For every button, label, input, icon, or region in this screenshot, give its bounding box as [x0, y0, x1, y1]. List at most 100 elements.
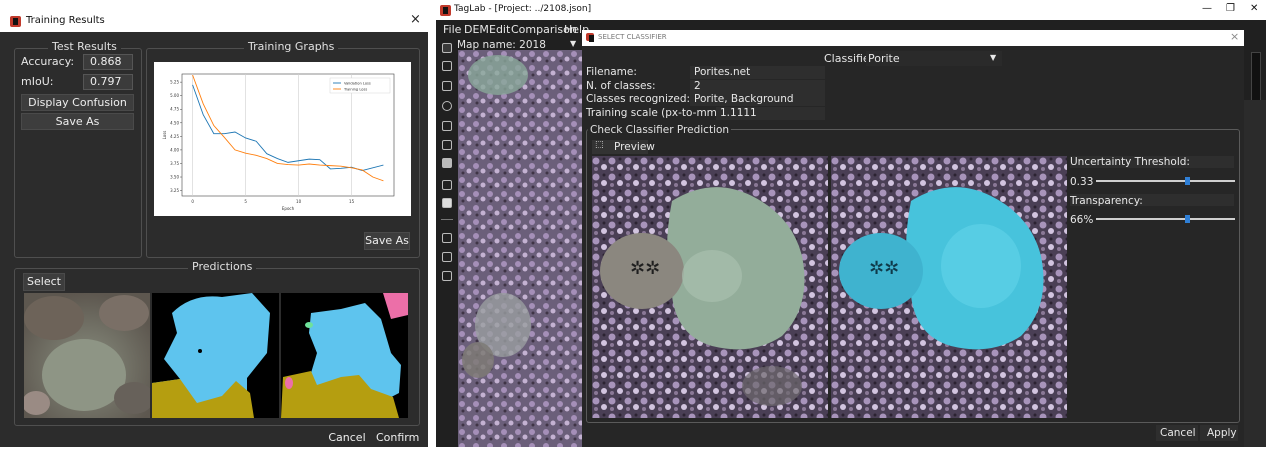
taglab-app-icon	[440, 5, 451, 16]
x-tick-label: 5	[244, 199, 247, 204]
preview-label: Preview	[614, 141, 655, 153]
crosshair-tool-icon[interactable]	[442, 61, 452, 71]
dialog-title: Training Results	[26, 15, 105, 26]
y-tick-label: 3.50	[170, 175, 179, 180]
prediction-mask	[281, 293, 408, 418]
dialog-cancel-label: Cancel	[1160, 427, 1196, 439]
brush-tool-icon[interactable]	[442, 121, 452, 131]
split-tool-icon[interactable]	[442, 252, 452, 262]
y-tick-label: 4.50	[170, 120, 179, 125]
training-graphs-title: Training Graphs	[244, 40, 339, 53]
save-results-button[interactable]: Save As	[21, 113, 134, 130]
transparency-value: 66%	[1070, 214, 1094, 226]
preview-icon: ⬚	[595, 140, 604, 150]
y-tick-label: 3.75	[170, 161, 179, 166]
y-tick-label: 4.25	[170, 134, 179, 139]
pencil-tool-icon[interactable]	[442, 81, 452, 91]
check-prediction-title: Check Classifier Prediction	[588, 124, 732, 136]
coral-original-image: ✲✲	[592, 156, 828, 418]
taglab-title: TagLab - [Project: ../2108.json]	[454, 4, 592, 14]
classes-recognized-label: Classes recognized:	[586, 93, 691, 105]
training-results-dialog: Training Results × Test Results Accuracy…	[0, 10, 428, 447]
svg-text:✲✲: ✲✲	[869, 258, 899, 279]
coral-prediction-image: ✲✲	[831, 156, 1067, 418]
nclasses-value: 2	[690, 80, 825, 93]
ground-truth-mask	[152, 293, 279, 418]
uncertainty-slider-track[interactable]	[1096, 180, 1235, 182]
coral-texture	[24, 293, 150, 418]
preview-button[interactable]: ⬚ Preview	[592, 140, 655, 154]
uncertainty-slider-handle[interactable]	[1185, 177, 1191, 185]
measure-tool-icon[interactable]	[442, 180, 452, 190]
close-icon[interactable]: ×	[410, 12, 421, 27]
y-tick-label: 4.00	[170, 147, 179, 152]
map-viewer[interactable]	[458, 50, 588, 447]
x-tick-label: 0	[191, 199, 194, 204]
ruler-tool-icon[interactable]	[442, 158, 452, 168]
loss-chart-svg: 0 5 10 15 3.25 3.50 3.75 4.00 4.25 4.50 4.75 5.00 5.…	[162, 73, 395, 211]
y-tick-label: 3.25	[170, 188, 179, 193]
svg-text:✲✲: ✲✲	[630, 258, 660, 279]
coral-original-texture: ✲✲	[592, 156, 828, 418]
classifier-select[interactable]: Porite ▼	[866, 51, 1002, 66]
series-line-validation-loss	[192, 84, 384, 171]
move-tool-icon[interactable]	[442, 43, 452, 53]
filename-value: Porites.net	[690, 66, 825, 79]
taglab-titlebar: TagLab - [Project: ../2108.json] — ❐ ✕	[436, 0, 1266, 20]
menu-edit[interactable]: Edit	[489, 23, 510, 36]
miou-value: 0.797	[83, 74, 133, 90]
ellipse-tool-icon[interactable]	[442, 101, 452, 111]
cancel-button[interactable]: Cancel	[326, 431, 368, 444]
mask-shapes	[152, 293, 270, 418]
training-loss-chart: 0 5 10 15 3.25 3.50 3.75 4.00 4.25 4.50 4.75 5.00 5.…	[154, 62, 411, 216]
y-tick-label: 5.25	[170, 80, 179, 85]
menu-dem[interactable]: DEM	[464, 23, 489, 36]
predictions-title: Predictions	[188, 260, 257, 273]
chevron-down-icon: ▼	[990, 53, 997, 62]
coral-image-thumbnail	[24, 293, 150, 418]
coral-prediction-texture: ✲✲	[831, 156, 1067, 418]
y-tick-label: 4.75	[170, 107, 179, 112]
minimize-button[interactable]: —	[1202, 3, 1212, 14]
apply-button[interactable]: Apply	[1200, 425, 1238, 441]
match-tool-icon[interactable]	[442, 271, 452, 281]
uncertainty-value: 0.33	[1070, 176, 1094, 188]
select-classifier-dialog: SELECT CLASSIFIER × Classifier: Porite ▼…	[582, 30, 1244, 447]
dialog-cancel-button[interactable]: Cancel	[1156, 425, 1198, 441]
close-icon[interactable]: ×	[1230, 30, 1239, 43]
training-scale-value: 1.1111	[716, 107, 825, 120]
accuracy-label: Accuracy:	[21, 55, 75, 68]
scissors-tool-icon[interactable]	[442, 140, 452, 150]
test-results-title: Test Results	[48, 40, 121, 53]
menu-file[interactable]: File	[443, 23, 461, 36]
robot-tool-icon[interactable]	[442, 198, 452, 208]
training-scale-label: Training scale (px-to-mm):	[586, 107, 725, 119]
training-results-titlebar: Training Results ×	[0, 10, 428, 32]
y-tick-label: 5.00	[170, 93, 179, 98]
map-texture	[458, 50, 588, 447]
toolbar-divider	[441, 219, 453, 220]
transparency-label: Transparency:	[1070, 195, 1143, 207]
taglab-app-icon	[586, 33, 594, 42]
save-graph-button[interactable]: Save As	[364, 232, 410, 250]
taglab-app-icon	[10, 16, 21, 27]
compare-tool-icon[interactable]	[442, 233, 452, 243]
close-window-button[interactable]: ✕	[1250, 3, 1258, 14]
side-panel	[1244, 100, 1266, 447]
miou-label: mIoU:	[21, 75, 54, 88]
nclasses-label: N. of classes:	[586, 80, 656, 92]
transparency-slider-handle[interactable]	[1185, 215, 1191, 223]
select-classifier-title: SELECT CLASSIFIER	[598, 33, 667, 41]
select-classifier-titlebar: SELECT CLASSIFIER ×	[582, 30, 1244, 46]
transparency-slider-track[interactable]	[1096, 218, 1235, 220]
x-axis-label: Epoch	[282, 206, 295, 211]
legend-label: Validation Loss	[344, 82, 371, 86]
select-prediction-button[interactable]: Select	[23, 273, 65, 291]
uncertainty-label: Uncertainty Threshold:	[1070, 156, 1190, 168]
confirm-button[interactable]: Confirm	[376, 431, 419, 444]
maximize-button[interactable]: ❐	[1226, 3, 1235, 14]
display-confusion-matrix-button[interactable]: Display Confusion Matrix	[21, 94, 134, 124]
map-dropdown-chevron-icon[interactable]: ▼	[570, 39, 576, 48]
accuracy-value: 0.868	[83, 54, 133, 70]
classes-recognized-value: Porite, Background	[690, 93, 825, 106]
